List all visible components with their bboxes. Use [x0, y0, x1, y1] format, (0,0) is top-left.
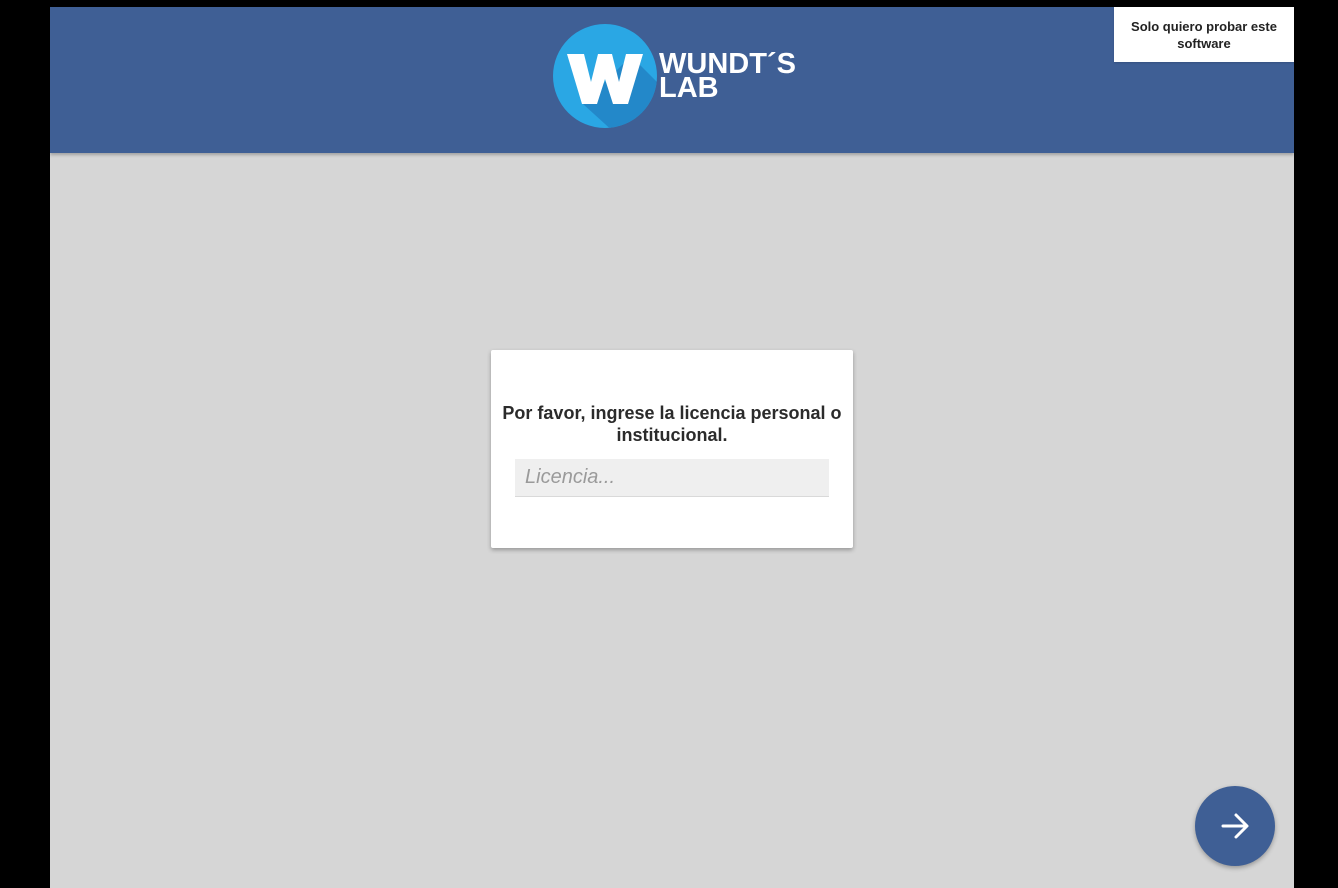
- license-prompt: Por favor, ingrese la licencia personal …: [502, 403, 842, 445]
- app-screen: WUNDT´S LAB Solo quiero probar este soft…: [50, 7, 1294, 888]
- next-button[interactable]: [1195, 786, 1275, 866]
- license-card: Por favor, ingrese la licencia personal …: [491, 350, 853, 548]
- app-logo: WUNDT´S LAB: [553, 24, 813, 134]
- wundts-lab-logo-icon: [553, 24, 657, 128]
- app-header: WUNDT´S LAB Solo quiero probar este soft…: [50, 7, 1294, 153]
- arrow-right-icon: [1221, 813, 1249, 839]
- logo-wordmark: WUNDT´S LAB: [659, 50, 796, 103]
- license-input[interactable]: [515, 459, 829, 497]
- try-software-button[interactable]: Solo quiero probar este software: [1114, 7, 1294, 62]
